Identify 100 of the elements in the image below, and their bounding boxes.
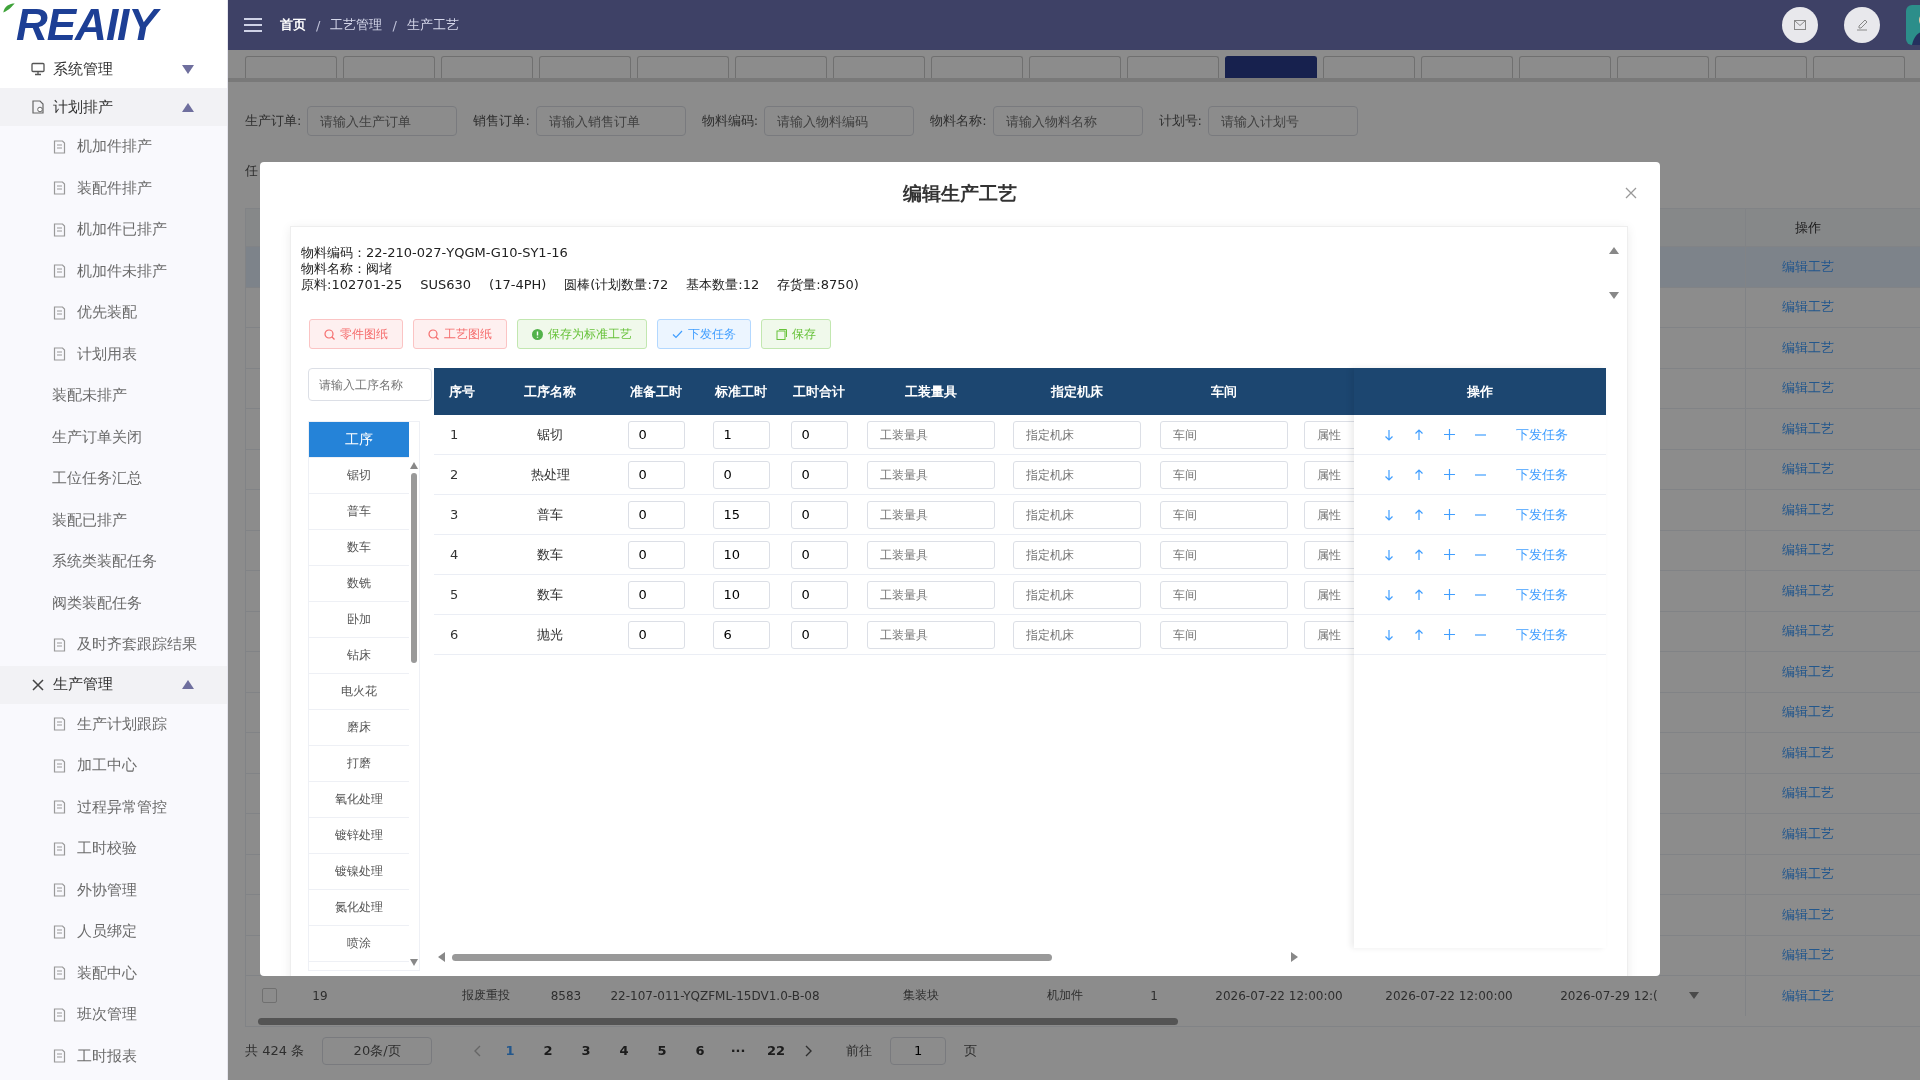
page-number[interactable]: 3 bbox=[576, 1043, 597, 1058]
input-field[interactable]: 工装量具 bbox=[867, 620, 995, 649]
input-field[interactable]: 属性 bbox=[1304, 540, 1354, 569]
process-item[interactable]: 打磨 bbox=[309, 746, 409, 782]
input-field[interactable]: 指定机床 bbox=[1013, 620, 1141, 649]
menu-group[interactable]: 计划排产 bbox=[0, 88, 227, 126]
arrow-down-icon[interactable] bbox=[1384, 628, 1394, 641]
arrow-up-icon[interactable] bbox=[1414, 548, 1424, 561]
input-field[interactable]: 车间 bbox=[1160, 420, 1288, 449]
input-field[interactable]: 请输入计划号 bbox=[1207, 106, 1358, 136]
arrow-up-icon[interactable] bbox=[1414, 588, 1424, 601]
menu-group[interactable]: 系统管理 bbox=[0, 50, 227, 88]
input-field[interactable]: 车间 bbox=[1160, 540, 1288, 569]
input-field[interactable]: 0 bbox=[790, 580, 848, 609]
breadcrumb-link[interactable]: 工艺管理 bbox=[330, 16, 383, 34]
input-field[interactable]: 工装量具 bbox=[867, 460, 995, 489]
menu-item[interactable]: 优先装配 bbox=[0, 292, 227, 334]
scroll-up-icon[interactable] bbox=[1609, 247, 1619, 254]
menu-item[interactable]: 工时校验 bbox=[0, 828, 227, 870]
input-field[interactable]: 请输入销售订单 bbox=[535, 106, 686, 136]
issue-task-link[interactable]: 下发任务 bbox=[1516, 505, 1568, 524]
menu-item[interactable]: 生产计划跟踪 bbox=[0, 703, 227, 745]
plus-icon[interactable] bbox=[1444, 469, 1455, 480]
input-field[interactable]: 指定机床 bbox=[1013, 420, 1141, 449]
process-item[interactable]: 普车 bbox=[309, 494, 409, 530]
process-item[interactable]: 镀镍处理 bbox=[309, 854, 409, 890]
menu-item[interactable]: 装配未排产 bbox=[0, 375, 227, 417]
input-field[interactable]: 属性 bbox=[1304, 460, 1354, 489]
input-field[interactable]: 工装量具 bbox=[867, 540, 995, 569]
input-field[interactable]: 10 bbox=[712, 540, 770, 569]
menu-item[interactable]: 及时齐套跟踪结果 bbox=[0, 624, 227, 666]
input-field[interactable]: 车间 bbox=[1160, 620, 1288, 649]
next-page-icon[interactable] bbox=[804, 1044, 813, 1057]
minus-icon[interactable] bbox=[1475, 553, 1486, 556]
menu-item[interactable]: 加工中心 bbox=[0, 745, 227, 787]
arrow-up-icon[interactable] bbox=[1414, 468, 1424, 481]
mail-button[interactable] bbox=[1782, 7, 1818, 43]
input-field[interactable]: 0 bbox=[790, 460, 848, 489]
input-field[interactable]: 0 bbox=[790, 620, 848, 649]
menu-item[interactable]: 外协管理 bbox=[0, 869, 227, 911]
input-field[interactable]: 车间 bbox=[1160, 500, 1288, 529]
page-input[interactable]: 1 bbox=[890, 1036, 947, 1065]
menu-item[interactable]: 机加件排产 bbox=[0, 126, 227, 168]
menu-item[interactable]: 机加件未排产 bbox=[0, 250, 227, 292]
plus-icon[interactable] bbox=[1444, 429, 1455, 440]
arrow-down-icon[interactable] bbox=[1384, 548, 1394, 561]
issue-task-link[interactable]: 下发任务 bbox=[1516, 425, 1568, 444]
input-field[interactable]: 0 bbox=[627, 420, 685, 449]
input-field[interactable]: 车间 bbox=[1160, 460, 1288, 489]
input-field[interactable]: 工装量具 bbox=[867, 500, 995, 529]
arrow-up-icon[interactable] bbox=[1414, 628, 1424, 641]
input-field[interactable]: 工装量具 bbox=[867, 420, 995, 449]
process-item[interactable]: 氧化处理 bbox=[309, 782, 409, 818]
input-field[interactable]: 属性 bbox=[1304, 580, 1354, 609]
issue-task-link[interactable]: 下发任务 bbox=[1516, 465, 1568, 484]
process-item[interactable]: 锯切 bbox=[309, 458, 409, 494]
input-field[interactable]: 车间 bbox=[1160, 580, 1288, 609]
issue-task-link[interactable]: 下发任务 bbox=[1516, 545, 1568, 564]
process-item[interactable]: 卧加 bbox=[309, 602, 409, 638]
arrow-down-icon[interactable] bbox=[1384, 468, 1394, 481]
menu-item[interactable]: 系统类装配任务 bbox=[0, 541, 227, 583]
process-item[interactable]: 数铣 bbox=[309, 566, 409, 602]
minus-icon[interactable] bbox=[1475, 633, 1486, 636]
page-number[interactable]: 22 bbox=[766, 1043, 787, 1058]
checkbox[interactable] bbox=[261, 988, 277, 1004]
process-item[interactable]: 钻床 bbox=[309, 638, 409, 674]
input-field[interactable]: 请输入生产订单 bbox=[307, 106, 458, 136]
scroll-down-icon[interactable] bbox=[1609, 292, 1619, 299]
scroll-down-icon[interactable] bbox=[1689, 992, 1699, 1000]
input-field[interactable]: 0 bbox=[790, 500, 848, 529]
menu-item[interactable]: 过程异常管控 bbox=[0, 786, 227, 828]
process-item[interactable]: 工序 bbox=[309, 422, 409, 458]
page-size-select[interactable]: 20条/页 bbox=[322, 1036, 433, 1065]
input-field[interactable]: 属性 bbox=[1304, 420, 1354, 449]
input-field[interactable]: 0 bbox=[627, 620, 685, 649]
input-field[interactable]: 0 bbox=[627, 580, 685, 609]
input-field[interactable]: 指定机床 bbox=[1013, 500, 1141, 529]
menu-item[interactable]: 工时报表 bbox=[0, 1035, 227, 1077]
minus-icon[interactable] bbox=[1475, 433, 1486, 436]
process-item[interactable]: 镀锌处理 bbox=[309, 818, 409, 854]
previous-page-icon[interactable] bbox=[474, 1044, 483, 1057]
menu-group[interactable]: 生产管理 bbox=[0, 665, 227, 704]
menu-item[interactable]: 工位任务汇总 bbox=[0, 458, 227, 500]
plus-icon[interactable] bbox=[1444, 509, 1455, 520]
menu-item[interactable]: 计划用表 bbox=[0, 333, 227, 375]
minus-icon[interactable] bbox=[1475, 473, 1486, 476]
page-number[interactable]: 5 bbox=[652, 1043, 673, 1058]
issue-task-link[interactable]: 下发任务 bbox=[1516, 625, 1568, 644]
input-field[interactable]: 属性 bbox=[1304, 500, 1354, 529]
input-field[interactable]: 15 bbox=[712, 500, 770, 529]
action-button[interactable]: 工艺图纸 bbox=[413, 319, 507, 349]
action-button[interactable]: 零件图纸 bbox=[309, 319, 403, 349]
menu-item[interactable]: 装配已排产 bbox=[0, 499, 227, 541]
arrow-up-icon[interactable] bbox=[1414, 508, 1424, 521]
input-field[interactable]: 0 bbox=[790, 540, 848, 569]
menu-item[interactable]: 装配件排产 bbox=[0, 167, 227, 209]
arrow-up-icon[interactable] bbox=[1414, 428, 1424, 441]
page-number[interactable]: 2 bbox=[538, 1043, 559, 1058]
close-icon[interactable] bbox=[1625, 187, 1637, 199]
input-field[interactable]: 0 bbox=[712, 460, 770, 489]
